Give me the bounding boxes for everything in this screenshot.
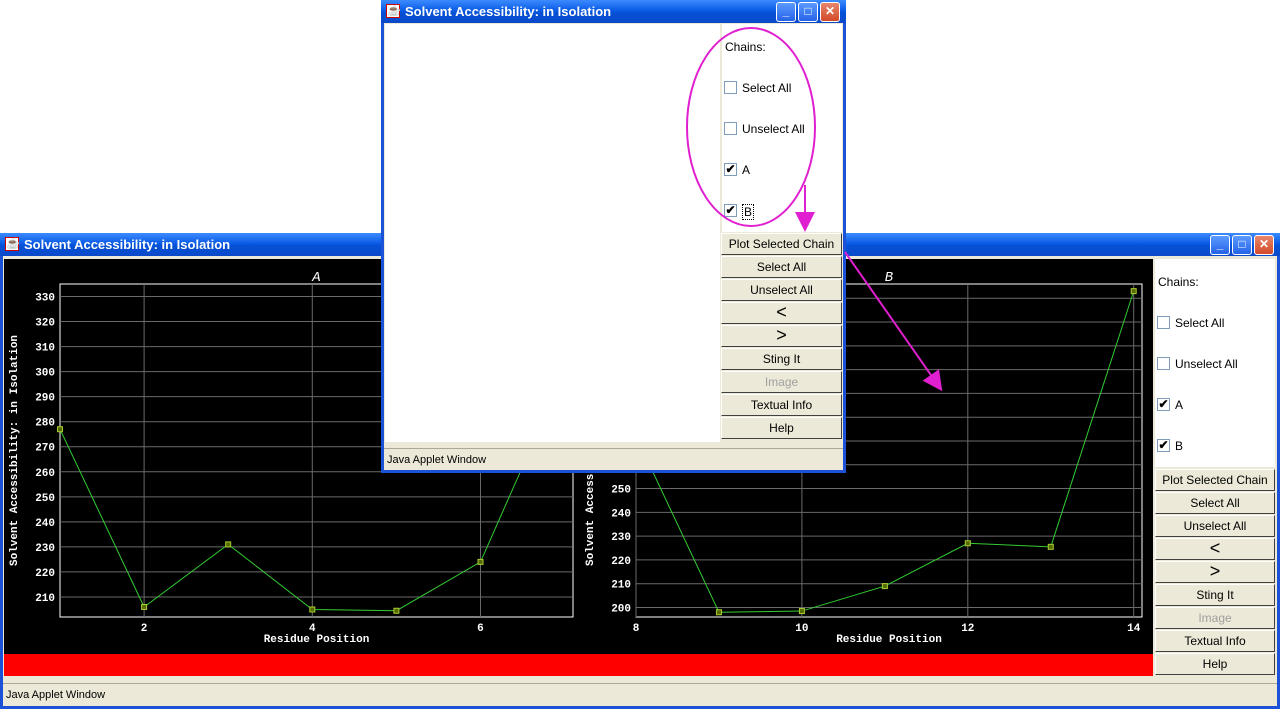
checkbox-label: A	[742, 163, 751, 177]
java-app-icon: ☕	[386, 4, 401, 18]
plot-selected-chain-button[interactable]: Plot Selected Chain	[1155, 469, 1275, 491]
y-tick-label: 320	[35, 318, 55, 330]
image-button: Image	[1155, 607, 1275, 629]
y-tick-label: 230	[35, 543, 55, 555]
maximize-button[interactable]: □	[1232, 235, 1252, 255]
check-mark-icon[interactable]: ✔	[1157, 439, 1170, 452]
y-tick-label: 240	[35, 518, 55, 530]
y-tick-label: 240	[611, 508, 631, 520]
checkbox-box[interactable]	[724, 122, 737, 135]
y-tick-label: 220	[611, 556, 631, 568]
data-point	[964, 540, 971, 547]
checkbox-label: Select All	[742, 81, 792, 95]
image-button: Image	[721, 371, 842, 393]
y-tick-label: 280	[35, 418, 55, 430]
x-tick-label: 12	[961, 623, 974, 635]
checkbox-label: B	[1175, 439, 1184, 453]
next-button[interactable]: >	[1155, 561, 1275, 583]
checkbox-label: Unselect All	[742, 122, 805, 136]
check-mark-icon[interactable]: ✔	[724, 163, 737, 176]
y-tick-label: 220	[35, 568, 55, 580]
data-point	[309, 606, 316, 613]
unselect-all-button[interactable]: Unselect All	[1155, 515, 1275, 537]
data-point	[57, 426, 63, 433]
y-axis-label: Solvent Accessibility: in Isolation	[9, 335, 21, 566]
unselect-all-button[interactable]: Unselect All	[721, 279, 842, 301]
data-point	[393, 607, 400, 614]
close-button[interactable]: ✕	[820, 2, 840, 22]
checkbox-box[interactable]	[1157, 316, 1170, 329]
checkbox-label: A	[1175, 398, 1184, 412]
maximize-button[interactable]: □	[798, 2, 818, 22]
previous-button[interactable]: <	[1155, 538, 1275, 560]
chart-title: B	[885, 270, 893, 286]
status-bar-red	[4, 654, 1153, 676]
y-tick-label: 330	[35, 293, 55, 305]
y-tick-label: 250	[35, 493, 55, 505]
y-tick-label: 270	[35, 443, 55, 455]
x-axis-label: Residue Position	[836, 634, 942, 646]
data-point	[1047, 543, 1054, 550]
y-tick-label: 210	[611, 580, 631, 592]
chains-label: Chains:	[725, 40, 766, 54]
y-tick-label: 260	[35, 468, 55, 480]
data-point	[798, 608, 805, 615]
data-point	[141, 603, 148, 610]
help-button[interactable]: Help	[721, 417, 842, 439]
select-all-button[interactable]: Select All	[721, 256, 842, 278]
minimize-button[interactable]: _	[1210, 235, 1230, 255]
chart-title: A	[311, 270, 320, 286]
x-tick-label: 14	[1127, 623, 1141, 635]
minimize-button[interactable]: _	[776, 2, 796, 22]
data-point	[225, 541, 232, 548]
close-button[interactable]: ✕	[1254, 235, 1274, 255]
x-tick-label: 10	[795, 623, 808, 635]
data-point	[1130, 288, 1137, 295]
popup-window-titlebar[interactable]: ☕ Solvent Accessibility: in Isolation _ …	[381, 0, 846, 23]
checkbox-box[interactable]	[1157, 357, 1170, 370]
x-tick-label: 8	[633, 623, 640, 635]
checkbox-box[interactable]	[724, 81, 737, 94]
chains-label: Chains:	[1158, 275, 1199, 289]
chains-panel: Chains: Select All Unselect All ✔ A ✔ B	[1155, 259, 1275, 467]
java-app-icon: ☕	[5, 237, 20, 251]
textual-info-button[interactable]: Textual Info	[721, 394, 842, 416]
plot-selected-chain-button[interactable]: Plot Selected Chain	[721, 233, 842, 255]
y-tick-label: 210	[35, 593, 55, 605]
popup-window: ☕ Solvent Accessibility: in Isolation _ …	[381, 0, 846, 473]
chains-panel: Chains: Select All Unselect All ✔ A ✔ B	[722, 24, 842, 232]
next-button[interactable]: >	[721, 325, 842, 347]
x-axis-label: Residue Position	[264, 634, 370, 646]
status-bar: Java Applet Window	[3, 683, 1277, 705]
data-point	[881, 583, 888, 590]
y-tick-label: 310	[35, 343, 55, 355]
y-tick-label: 300	[35, 368, 55, 380]
y-tick-label: 230	[611, 532, 631, 544]
popup-window-title: Solvent Accessibility: in Isolation	[405, 4, 612, 19]
empty-plot-area	[385, 24, 720, 442]
y-tick-label: 200	[611, 603, 631, 615]
x-tick-label: 6	[477, 623, 484, 635]
plot-window-title: Solvent Accessibility: in Isolation	[24, 237, 231, 252]
help-button[interactable]: Help	[1155, 653, 1275, 675]
previous-button[interactable]: <	[721, 302, 842, 324]
status-bar: Java Applet Window	[384, 448, 843, 470]
y-tick-label: 290	[35, 393, 55, 405]
select-all-button[interactable]: Select All	[1155, 492, 1275, 514]
textual-info-button[interactable]: Textual Info	[1155, 630, 1275, 652]
x-tick-label: 2	[141, 623, 148, 635]
check-mark-icon[interactable]: ✔	[1157, 398, 1170, 411]
y-tick-label: 250	[611, 485, 631, 497]
checkbox-label: Unselect All	[1175, 357, 1238, 371]
checkbox-label: Select All	[1175, 316, 1225, 330]
data-point	[715, 609, 722, 616]
sting-it-button[interactable]: Sting It	[721, 348, 842, 370]
data-point	[477, 558, 484, 565]
sting-it-button[interactable]: Sting It	[1155, 584, 1275, 606]
checkbox-label: B	[742, 204, 755, 220]
check-mark-icon[interactable]: ✔	[724, 204, 737, 217]
